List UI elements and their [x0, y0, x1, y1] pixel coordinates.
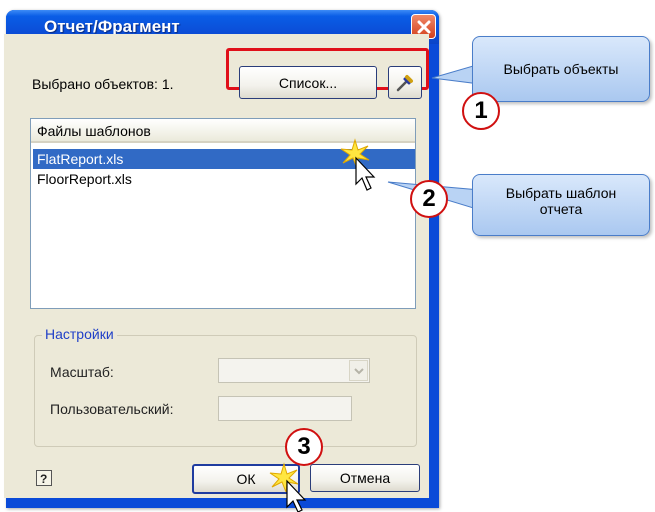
- step-badge-1: 1: [462, 92, 500, 130]
- step-badge-3: 3: [285, 428, 323, 466]
- step-badge-2: 2: [410, 180, 448, 218]
- callout-2-text-line2: отчета: [539, 201, 583, 217]
- callout-2-text-line1: Выбрать шаблон: [505, 185, 617, 201]
- callout-select-template: Выбрать шаблон отчета: [472, 174, 650, 236]
- callout-select-objects: Выбрать объекты: [472, 36, 650, 102]
- click-burst-1: [340, 138, 370, 169]
- mouse-cursor-icon: [286, 479, 307, 512]
- mouse-cursor-icon: [355, 156, 376, 191]
- callout-1-text: Выбрать объекты: [503, 61, 619, 77]
